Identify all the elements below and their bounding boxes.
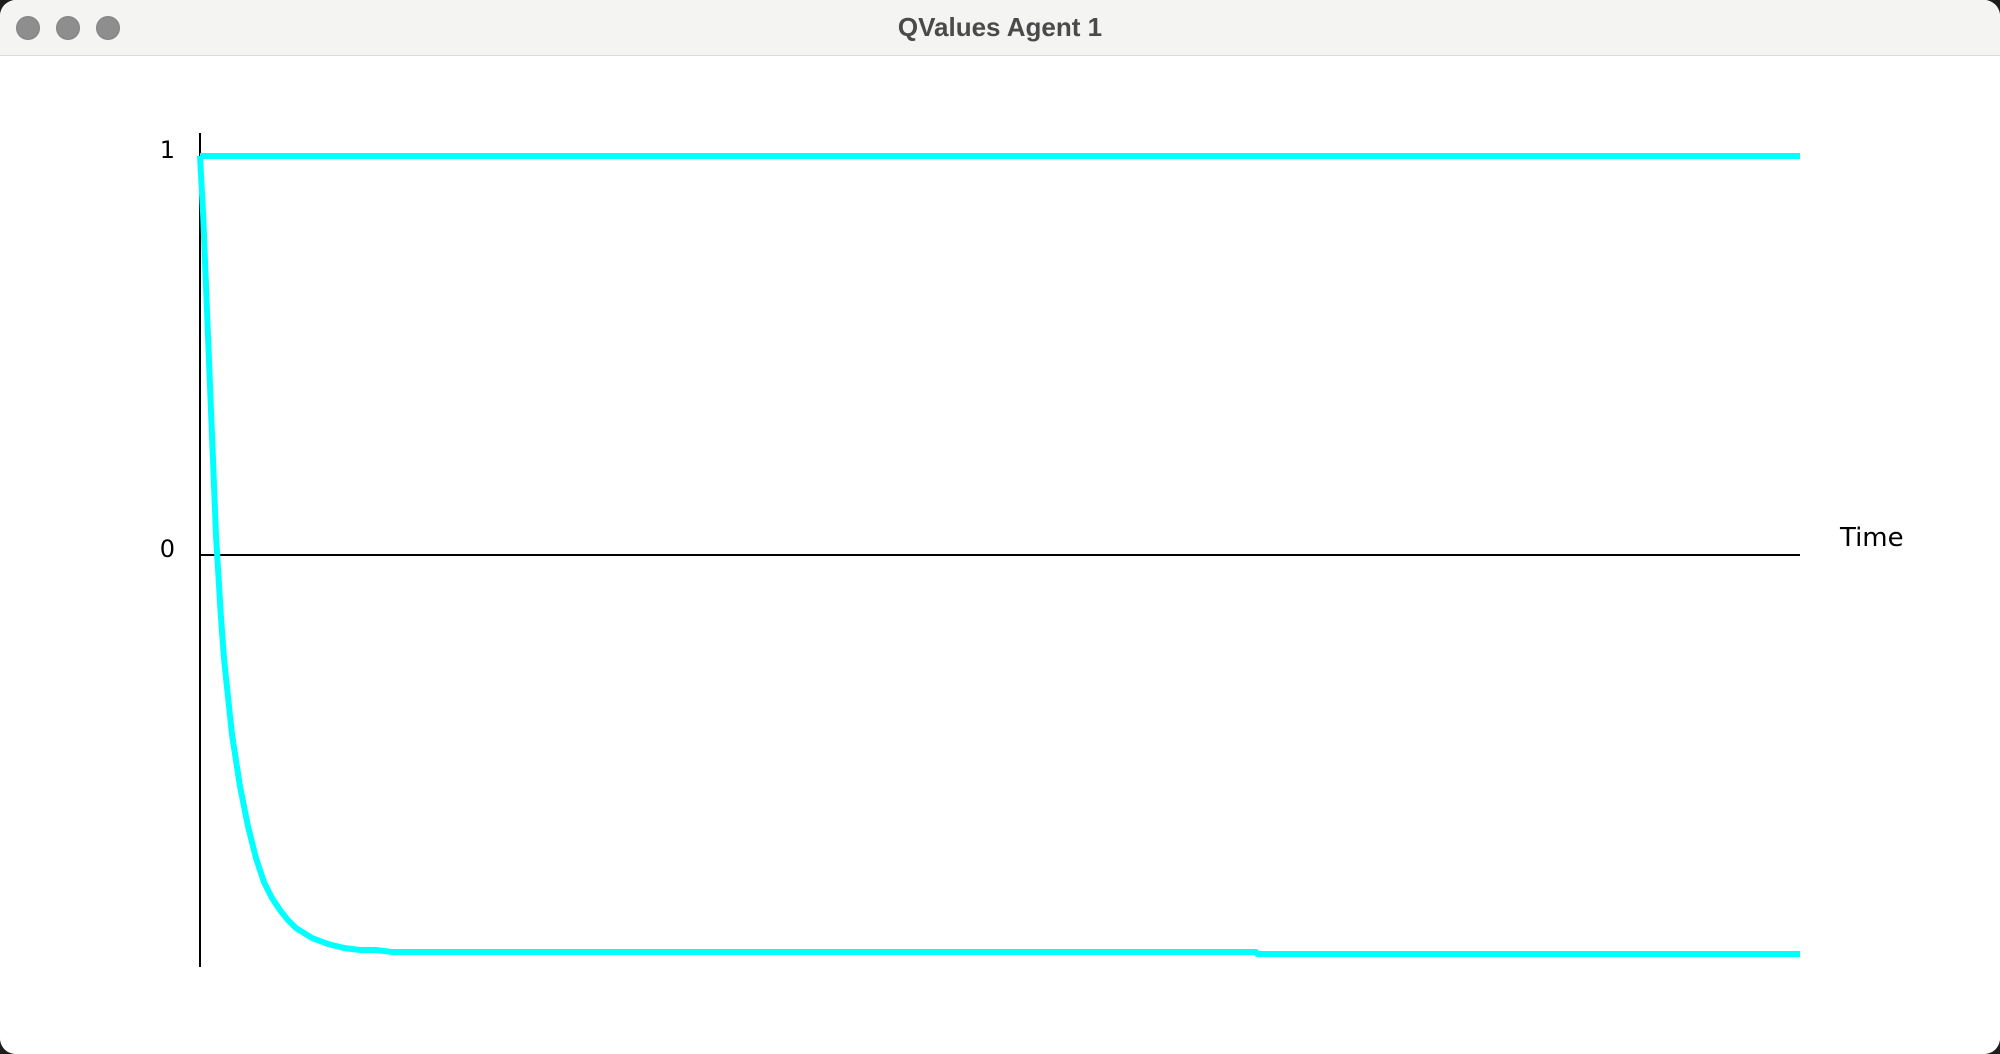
chart-panel: 1 0 Time [0,57,2000,1054]
qvalues-window: QValues Agent 1 1 0 Time [0,0,2000,1054]
title-bar[interactable]: QValues Agent 1 [0,0,2000,56]
y-tick-label: 1 [160,136,175,164]
y-tick-label: 0 [160,535,175,563]
x-axis-label: Time [1839,523,1904,553]
qvalues-chart: 1 0 Time [160,133,1904,967]
window-title: QValues Agent 1 [897,12,1103,42]
